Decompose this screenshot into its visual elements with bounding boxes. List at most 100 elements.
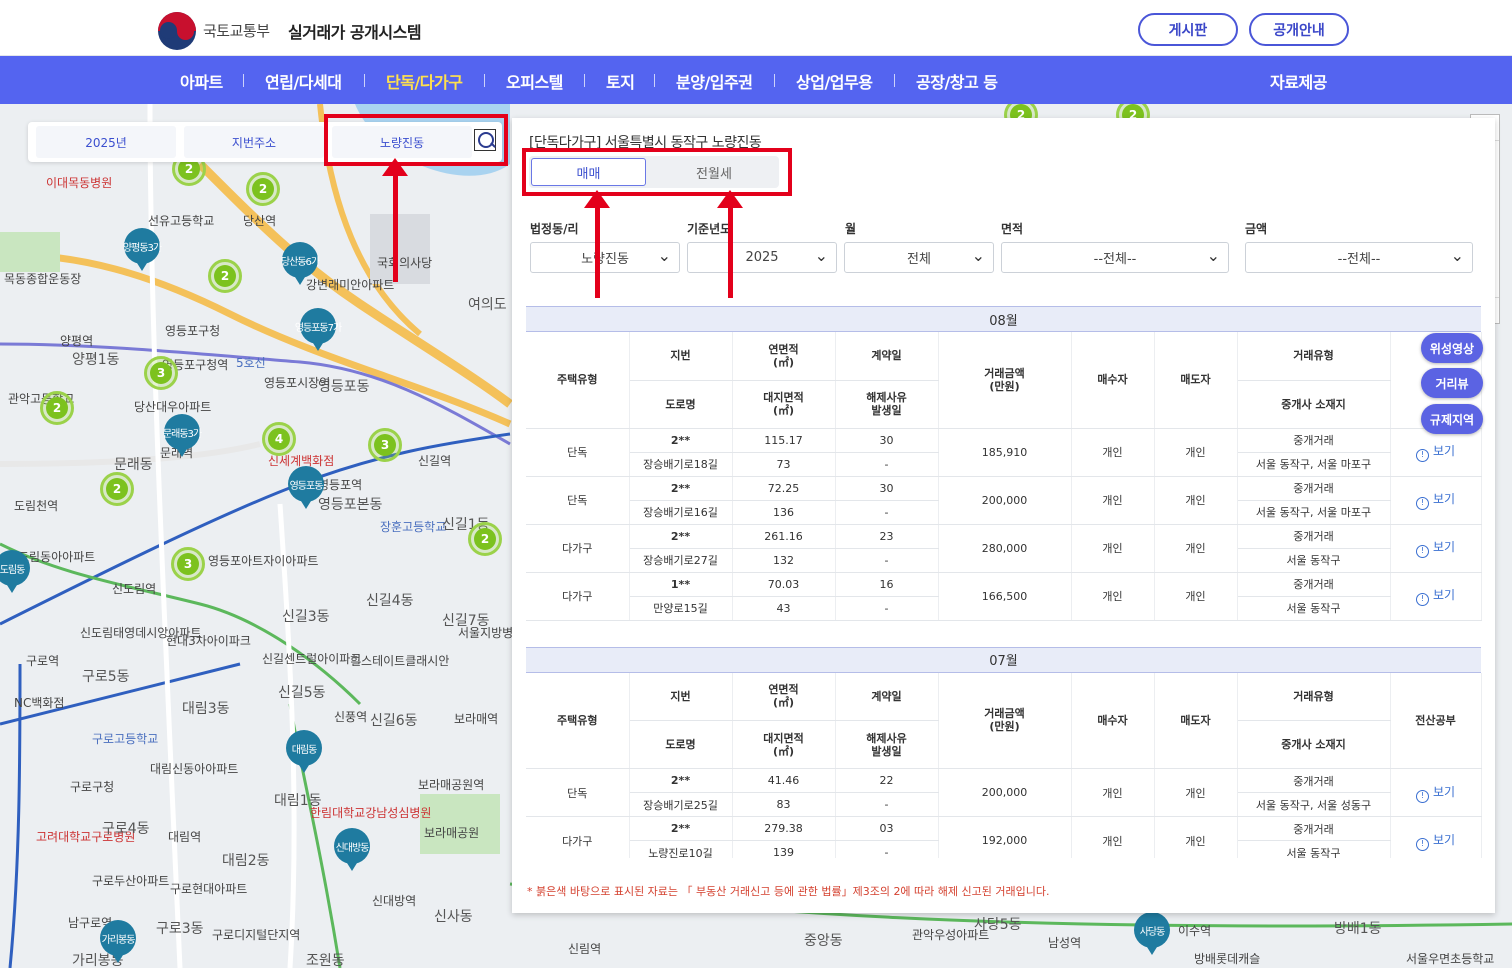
price-select[interactable]: --전체-- [1245,242,1473,273]
ministry-logo-icon[interactable] [158,12,196,50]
board-button[interactable]: 게시판 [1138,13,1238,46]
map-cluster[interactable]: 2 [468,522,502,556]
nav-divider [484,74,485,87]
highlight-dong-box [324,114,508,166]
map-cluster[interactable]: 2 [208,259,242,293]
map-cluster[interactable]: 3 [144,356,178,390]
cell-agent: 서울 동작구, 서울 성동구 [1237,792,1391,817]
map-label: 방배1동 [1334,921,1382,937]
cluster-count: 2 [252,178,274,200]
map-label: 보라매공원역 [418,778,485,792]
map-cluster[interactable]: 2 [40,391,74,425]
highlight-tabs-box [522,148,792,196]
view-registry-button[interactable]: ! 보기 [1390,524,1482,573]
col-contract-day: 계약일 [835,672,939,721]
nav-apartment[interactable]: 아파트 [180,69,223,93]
cell-area: 70.03 [732,572,836,597]
map-pin[interactable]: 당산동6가 [281,242,320,285]
map-label: 신길5동 [278,685,326,701]
system-title[interactable]: 실거래가 공개시스템 [288,19,422,43]
nav-divider [894,74,895,87]
map-label: 서울우면초등학교 [1406,952,1495,966]
cell-road: 노량진로10길 [629,840,733,858]
cell-deal: 중개거래 [1237,428,1391,453]
map-pin[interactable]: 가리봉동 [100,920,136,963]
view-registry-button[interactable]: ! 보기 [1390,428,1482,477]
transaction-table: 주택유형 지번 연면적 (㎡) 계약일 거래금액 (만원) 매수자 매도자 거래… [526,672,1482,858]
map-label: 구로구청 [70,780,115,794]
col-road: 도로명 [629,720,733,769]
satellite-view-button[interactable]: 위성영상 [1421,333,1483,363]
results-scroll-area[interactable]: 08월 주택유형 지번 연면적 (㎡) 계약일 거래금액 (만원) 매수자 매도… [526,306,1495,858]
view-label: 보기 [1432,492,1456,506]
view-registry-button[interactable]: ! 보기 [1390,572,1482,621]
map-pin[interactable]: 대림동 [286,730,322,773]
map-label: NC백화점 [14,696,65,710]
map-pin[interactable]: 문래동3가 [163,414,202,457]
view-registry-button[interactable]: ! 보기 [1390,816,1482,858]
map-pin[interactable]: 영등포동 [288,466,324,509]
year-select[interactable]: 2025 [687,242,837,273]
nav-officetel[interactable]: 오피스텔 [506,69,563,93]
map-pin[interactable]: 신대방동 [334,828,370,871]
nav-divider [584,74,585,87]
cell-type: 단독 [526,428,630,477]
month-select[interactable]: 전체 [844,242,994,273]
regulated-area-button[interactable]: 규제지역 [1421,404,1483,434]
cell-type: 다가구 [526,572,630,621]
map-cluster[interactable]: 4 [262,422,296,456]
view-registry-button[interactable]: ! 보기 [1390,768,1482,817]
street-view-button[interactable]: 거리뷰 [1421,368,1483,398]
cell-seller: 개인 [1154,428,1238,477]
info-button[interactable]: 공개안내 [1249,13,1349,46]
map-label: 당산역 [243,214,277,228]
nav-commercial[interactable]: 상업/업무용 [796,69,873,93]
nav-rowhouse[interactable]: 연립/다세대 [265,69,342,93]
cell-buyer: 개인 [1071,572,1155,621]
cell-buyer: 개인 [1071,524,1155,573]
cell-cancel: - [835,452,939,477]
col-contract-day: 계약일 [835,332,939,381]
cell-price: 200,000 [938,476,1072,525]
cluster-count: 3 [374,434,396,456]
cell-agent: 서울 동작구, 서울 마포구 [1237,500,1391,525]
cell-day: 16 [835,572,939,597]
map-cluster[interactable]: 3 [171,547,205,581]
area-select[interactable]: --전체-- [1001,242,1229,273]
cell-jibun: 2** [629,476,733,501]
address-type-selector[interactable]: 지번주소 [184,126,324,158]
cell-day: 22 [835,768,939,793]
ministry-name[interactable]: 국토교통부 [203,20,270,41]
map-pin[interactable]: 영등포동7가 [295,308,342,351]
col-deal-type: 거래유형 [1237,672,1391,721]
cell-road: 장승배기로18길 [629,452,733,477]
cell-deal: 중개거래 [1237,476,1391,501]
nav-presale[interactable]: 분양/입주권 [676,69,753,93]
col-area: 연면적 (㎡) [732,672,836,721]
annotation-arrow [584,190,610,298]
cell-buyer: 개인 [1071,816,1155,858]
map-label: 구로디지털단지역 [212,928,301,942]
cell-price: 200,000 [938,768,1072,817]
nav-land[interactable]: 토지 [606,69,635,93]
map-label: 양평역 [60,334,94,348]
dong-select[interactable]: 노량진동 [530,242,680,273]
cell-area: 41.46 [732,768,836,793]
nav-detached[interactable]: 단독/다가구 [386,69,463,93]
cell-land: 139 [732,840,836,858]
view-registry-button[interactable]: ! 보기 [1390,476,1482,525]
nav-factory[interactable]: 공장/창고 등 [916,69,998,93]
map-label: 국회의사당 [377,256,433,270]
map-cluster[interactable]: 3 [368,428,402,462]
map-label: 신길4동 [366,593,414,609]
map-pin[interactable]: 사당동 [1134,912,1170,955]
nav-data-provision[interactable]: 자료제공 [1270,69,1327,93]
filter-label-price: 금액 [1245,222,1268,236]
map-label: 신림역 [568,942,602,956]
nav-divider [364,74,365,87]
map-pin[interactable]: 양평동3가 [123,228,162,271]
view-label: 보기 [1432,832,1456,847]
map-cluster[interactable]: 2 [100,472,134,506]
year-selector[interactable]: 2025년 [36,126,176,158]
map-cluster[interactable]: 2 [246,172,280,206]
